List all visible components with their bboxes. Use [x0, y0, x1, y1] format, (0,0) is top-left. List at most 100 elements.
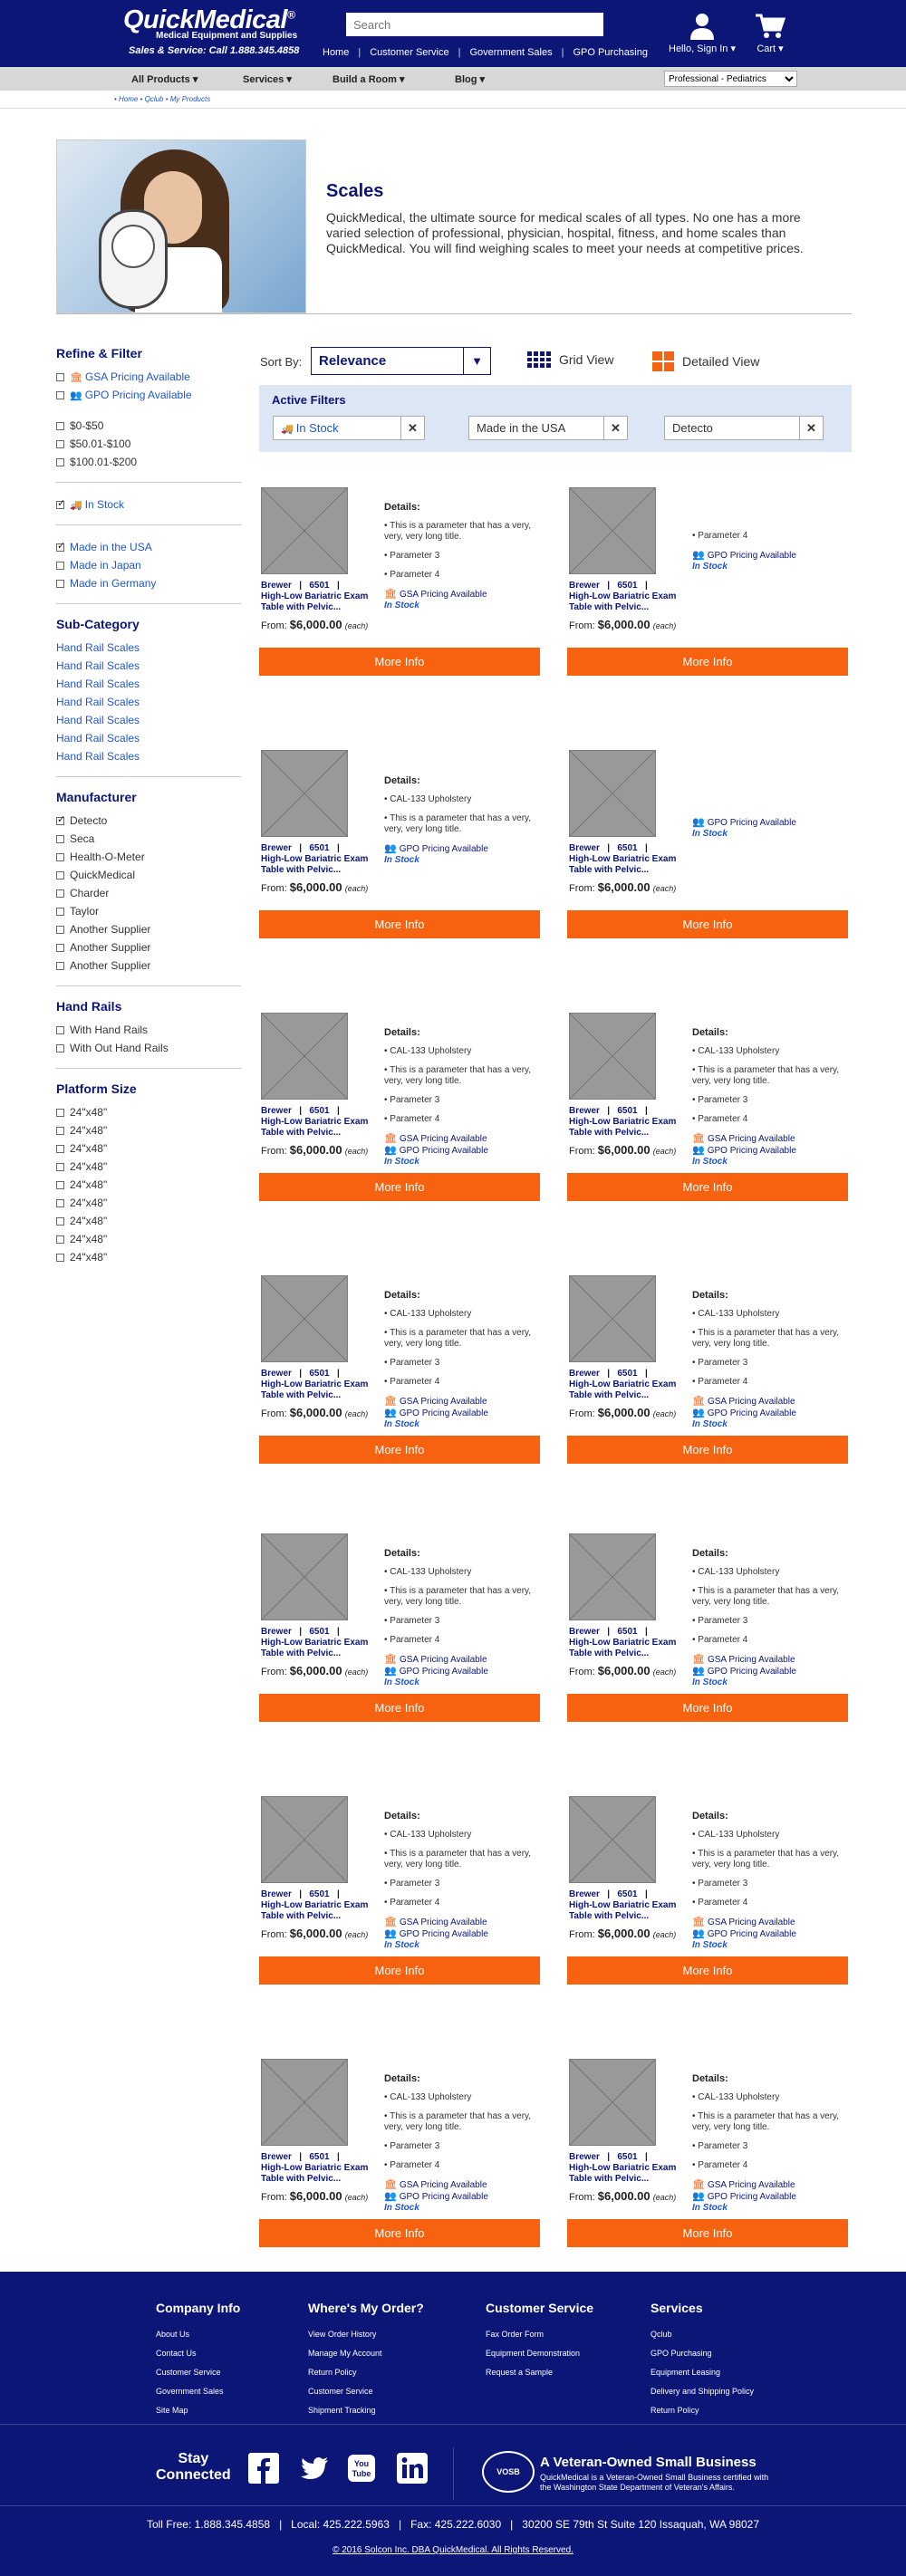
twitter-icon[interactable]: [299, 2453, 330, 2484]
footer-link[interactable]: Equipment Leasing: [651, 2368, 754, 2377]
nav-services[interactable]: Services ▾: [243, 73, 292, 85]
product-image-placeholder[interactable]: [569, 1013, 656, 1100]
more-info-button[interactable]: More Info: [259, 1694, 540, 1722]
footer-link[interactable]: About Us: [156, 2330, 240, 2339]
product-name[interactable]: Brewer | 6501 | High-Low Bariatric Exam Ta…: [569, 1369, 678, 1401]
product-image-placeholder[interactable]: [569, 1796, 656, 1883]
filter-made-germany[interactable]: Made in Germany: [56, 574, 241, 592]
specialty-select[interactable]: Professional - Pediatrics: [664, 71, 797, 87]
filter-platforms-item[interactable]: 24"x48": [56, 1194, 241, 1212]
remove-filter-button[interactable]: ✕: [799, 417, 823, 439]
product-image-placeholder[interactable]: [569, 750, 656, 837]
filter-mfrs-item[interactable]: Detecto: [56, 812, 241, 830]
product-name[interactable]: Brewer | 6501 | High-Low Bariatric Exam Ta…: [569, 1889, 678, 1922]
product-image-placeholder[interactable]: [261, 750, 348, 837]
product-image-placeholder[interactable]: [569, 487, 656, 574]
filter-gpo[interactable]: 👥 GPO Pricing Available: [56, 386, 241, 404]
nav-build-a-room[interactable]: Build a Room ▾: [333, 73, 404, 85]
breadcrumb[interactable]: • Home • Qclub • My Products: [114, 95, 210, 103]
filter-platforms-item[interactable]: 24"x48": [56, 1230, 241, 1248]
more-info-button[interactable]: More Info: [567, 648, 848, 676]
product-image-placeholder[interactable]: [261, 1796, 348, 1883]
filter-subcats-item[interactable]: Hand Rail Scales: [56, 729, 241, 747]
cart-button[interactable]: Cart ▾: [750, 13, 790, 54]
detail-view-button[interactable]: Detailed View: [652, 351, 759, 371]
footer-link[interactable]: Manage My Account: [308, 2349, 424, 2358]
product-image-placeholder[interactable]: [261, 487, 348, 574]
more-info-button[interactable]: More Info: [567, 1956, 848, 1985]
footer-link[interactable]: Qclub: [651, 2330, 754, 2339]
product-image-placeholder[interactable]: [569, 1275, 656, 1362]
filter-made-japan[interactable]: Made in Japan: [56, 556, 241, 574]
product-name[interactable]: Brewer | 6501 | High-Low Bariatric Exam Ta…: [569, 1627, 678, 1659]
filter-subcats-item[interactable]: Hand Rail Scales: [56, 675, 241, 693]
facebook-icon[interactable]: [248, 2453, 279, 2484]
filter-subcats-item[interactable]: Hand Rail Scales: [56, 711, 241, 729]
footer-link[interactable]: Equipment Demonstration: [486, 2349, 593, 2358]
nav-all-products[interactable]: All Products ▾: [131, 73, 198, 85]
filter-subcats-item[interactable]: Hand Rail Scales: [56, 657, 241, 675]
youtube-icon[interactable]: YouTube: [346, 2453, 377, 2484]
more-info-button[interactable]: More Info: [567, 1173, 848, 1201]
more-info-button[interactable]: More Info: [259, 1173, 540, 1201]
filter-made-usa[interactable]: Made in the USA: [56, 538, 241, 556]
remove-filter-button[interactable]: ✕: [400, 417, 424, 439]
filter-gsa[interactable]: 🏛 GSA Pricing Available: [56, 368, 241, 386]
sort-select[interactable]: Relevance ▼: [311, 347, 491, 375]
more-info-button[interactable]: More Info: [259, 1436, 540, 1464]
filter-mfrs-item[interactable]: QuickMedical: [56, 866, 241, 884]
filter-subcats-item[interactable]: Hand Rail Scales: [56, 639, 241, 657]
product-image-placeholder[interactable]: [261, 2059, 348, 2146]
product-image-placeholder[interactable]: [261, 1533, 348, 1620]
more-info-button[interactable]: More Info: [259, 648, 540, 676]
product-image-placeholder[interactable]: [569, 1533, 656, 1620]
filter-mfrs-item[interactable]: Another Supplier: [56, 938, 241, 956]
more-info-button[interactable]: More Info: [259, 1956, 540, 1985]
grid-view-button[interactable]: Grid View: [527, 351, 613, 368]
product-name[interactable]: Brewer | 6501 | High-Low Bariatric Exam Ta…: [261, 1627, 370, 1659]
filter-price-2[interactable]: $50.01-$100: [56, 435, 241, 453]
top-link-government-sales[interactable]: Government Sales: [469, 47, 552, 58]
filter-mfrs-item[interactable]: Another Supplier: [56, 920, 241, 938]
account-button[interactable]: Hello, Sign In ▾: [669, 13, 736, 54]
filter-platforms-item[interactable]: 24"x48": [56, 1121, 241, 1139]
filter-in-stock[interactable]: 🚚In Stock: [56, 495, 241, 514]
product-name[interactable]: Brewer | 6501 | High-Low Bariatric Exam Ta…: [569, 581, 678, 613]
product-name[interactable]: Brewer | 6501 | High-Low Bariatric Exam Ta…: [261, 1369, 370, 1401]
linkedin-icon[interactable]: [397, 2453, 428, 2484]
filter-mfrs-item[interactable]: Health-O-Meter: [56, 848, 241, 866]
filter-mfrs-item[interactable]: Charder: [56, 884, 241, 902]
filter-price-1[interactable]: $0-$50: [56, 417, 241, 435]
footer-link[interactable]: Shipment Tracking: [308, 2406, 424, 2415]
more-info-button[interactable]: More Info: [567, 910, 848, 938]
footer-link[interactable]: Fax Order Form: [486, 2330, 593, 2339]
footer-link[interactable]: GPO Purchasing: [651, 2349, 754, 2358]
more-info-button[interactable]: More Info: [567, 2219, 848, 2247]
filter-subcats-item[interactable]: Hand Rail Scales: [56, 747, 241, 765]
product-name[interactable]: Brewer | 6501 | High-Low Bariatric Exam Ta…: [261, 1106, 370, 1139]
product-name[interactable]: Brewer | 6501 | High-Low Bariatric Exam Ta…: [569, 843, 678, 876]
product-image-placeholder[interactable]: [261, 1275, 348, 1362]
footer-link[interactable]: Return Policy: [651, 2406, 754, 2415]
footer-link[interactable]: Customer Service: [156, 2368, 240, 2377]
footer-link[interactable]: Contact Us: [156, 2349, 240, 2358]
product-image-placeholder[interactable]: [569, 2059, 656, 2146]
filter-platforms-item[interactable]: 24"x48": [56, 1248, 241, 1266]
footer-link[interactable]: Government Sales: [156, 2387, 240, 2396]
product-name[interactable]: Brewer | 6501 | High-Low Bariatric Exam Ta…: [569, 1106, 678, 1139]
filter-mfrs-item[interactable]: Seca: [56, 830, 241, 848]
top-link-home[interactable]: Home: [323, 47, 349, 58]
footer-link[interactable]: Delivery and Shipping Policy: [651, 2387, 754, 2396]
copyright-link[interactable]: © 2016 Solcon Inc. DBA QuickMedical. All…: [0, 2545, 906, 2555]
filter-mfrs-item[interactable]: Taylor: [56, 902, 241, 920]
footer-link[interactable]: Request a Sample: [486, 2368, 593, 2377]
product-name[interactable]: Brewer | 6501 | High-Low Bariatric Exam Ta…: [261, 843, 370, 876]
filter-platforms-item[interactable]: 24"x48": [56, 1139, 241, 1158]
top-link-customer-service[interactable]: Customer Service: [370, 47, 448, 58]
more-info-button[interactable]: More Info: [259, 2219, 540, 2247]
filter-rails-item[interactable]: With Hand Rails: [56, 1021, 241, 1039]
footer-link[interactable]: Return Policy: [308, 2368, 424, 2377]
footer-link[interactable]: Customer Service: [308, 2387, 424, 2396]
more-info-button[interactable]: More Info: [567, 1436, 848, 1464]
filter-price-3[interactable]: $100.01-$200: [56, 453, 241, 471]
